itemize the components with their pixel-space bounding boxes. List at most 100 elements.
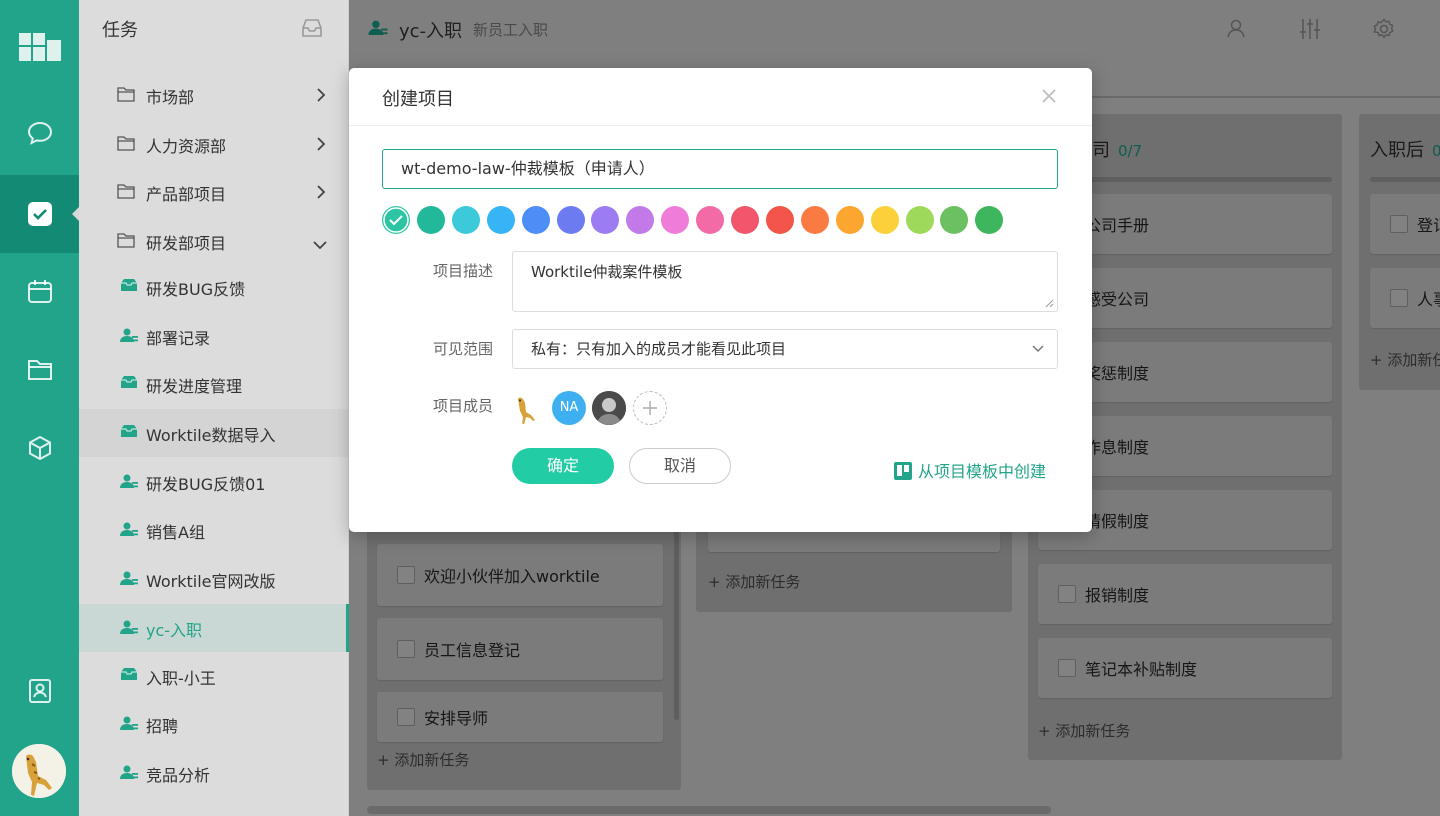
task-card[interactable]: 欢迎小伙伴加入worktile	[377, 544, 663, 606]
sidebar-item-competitor[interactable]: 竞品分析	[79, 749, 348, 797]
task-card[interactable]: 员工信息登记	[377, 618, 663, 680]
task-title: 安排导师	[424, 709, 489, 728]
color-swatch[interactable]	[870, 206, 899, 234]
color-swatch[interactable]	[416, 206, 445, 234]
color-swatch[interactable]	[661, 206, 690, 234]
sidebar-item-rd-bug01[interactable]: 研发BUG反馈01	[79, 458, 348, 506]
visibility-select[interactable]: 私有：只有加入的成员才能看见此项目	[512, 329, 1058, 369]
sidebar-item-label: 部署记录	[146, 329, 211, 348]
task-card[interactable]: 登记	[1370, 194, 1440, 254]
desc-value: Worktile仲裁案件模板	[531, 263, 683, 281]
chevron-down-icon[interactable]	[312, 236, 328, 254]
message-icon[interactable]	[0, 94, 79, 172]
sidebar-item-deploy[interactable]: 部署记录	[79, 312, 348, 360]
board-horizontal-scrollbar[interactable]	[367, 806, 1051, 814]
color-swatch[interactable]	[626, 206, 655, 234]
add-member-button[interactable]	[633, 391, 667, 425]
color-swatch[interactable]	[556, 206, 585, 234]
sidebar-item-label: 研发部项目	[146, 234, 227, 253]
sidebar-item-import[interactable]: Worktile数据导入	[79, 409, 348, 457]
task-title: 请假制度	[1085, 512, 1150, 531]
color-swatch[interactable]	[765, 206, 794, 234]
sidebar-item-rd[interactable]: 研发部项目	[79, 217, 348, 265]
folder-icon	[117, 135, 135, 155]
members-label: 项目成员	[433, 397, 494, 415]
member-avatar-photo[interactable]	[592, 391, 626, 425]
task-card[interactable]: 笔记本补贴制度	[1038, 638, 1332, 698]
confirm-button[interactable]: 确定	[512, 448, 614, 484]
column-count: 0/7	[1118, 142, 1143, 160]
color-swatch[interactable]	[451, 206, 480, 234]
plus-icon	[643, 401, 657, 415]
sidebar-item-rd-bug[interactable]: 研发BUG反馈	[79, 263, 348, 311]
color-swatch[interactable]	[486, 206, 515, 234]
sidebar-item-recruit[interactable]: 招聘	[79, 700, 348, 748]
task-card[interactable]: 报销制度	[1038, 564, 1332, 624]
task-checkbox[interactable]	[1390, 289, 1408, 307]
add-task-button[interactable]: + 添加新任务	[708, 571, 800, 592]
project-subtitle: 新员工入职	[473, 21, 549, 39]
task-checkbox[interactable]	[397, 640, 415, 658]
cube-icon[interactable]	[0, 409, 79, 487]
close-icon[interactable]	[1039, 86, 1059, 106]
add-task-button[interactable]: + 添加新任	[1370, 349, 1440, 370]
color-swatch[interactable]	[905, 206, 934, 234]
create-from-template-link[interactable]: 从项目模板中创建	[894, 458, 1046, 482]
color-swatch[interactable]	[731, 206, 759, 234]
color-swatch[interactable]	[696, 206, 725, 234]
task-title: 笔记本补贴制度	[1085, 660, 1198, 679]
task-icon[interactable]	[0, 175, 79, 253]
task-checkbox[interactable]	[1058, 585, 1076, 603]
dialog-divider	[349, 125, 1092, 126]
filter-sliders-icon[interactable]	[1299, 18, 1321, 44]
sidebar-item-market[interactable]: 市场部	[79, 71, 348, 119]
chevron-right-icon[interactable]	[316, 87, 326, 107]
resize-handle-icon[interactable]	[1045, 299, 1054, 308]
sidebar-item-onboard-wang[interactable]: 入职-小王	[79, 652, 348, 700]
project-user-icon	[120, 473, 138, 493]
sidebar-item-website[interactable]: Worktile官网改版	[79, 555, 348, 603]
color-swatch[interactable]	[975, 206, 1004, 234]
folder-icon[interactable]	[0, 330, 79, 408]
calendar-icon[interactable]	[0, 252, 79, 330]
member-avatar-initials[interactable]: NA	[552, 391, 586, 425]
column-header: 司 0/7	[1092, 136, 1142, 162]
task-checkbox[interactable]	[1390, 215, 1408, 233]
sidebar-item-yc-onboard[interactable]: yc-入职	[79, 604, 349, 652]
task-checkbox[interactable]	[397, 566, 415, 584]
sidebar-item-progress[interactable]: 研发进度管理	[79, 360, 348, 408]
sidebar-item-label: 市场部	[146, 88, 195, 107]
project-user-icon	[120, 327, 138, 347]
add-task-button[interactable]: + 添加新任务	[377, 749, 469, 770]
logo-icon[interactable]	[0, 8, 79, 86]
color-swatch[interactable]	[591, 206, 620, 234]
add-task-button[interactable]: + 添加新任务	[1038, 720, 1130, 741]
sidebar-item-hr[interactable]: 人力资源部	[79, 120, 348, 168]
color-swatch[interactable]	[835, 206, 864, 234]
project-user-icon	[120, 521, 138, 541]
members-icon[interactable]	[1226, 18, 1246, 42]
template-board-icon	[894, 462, 912, 480]
chevron-right-icon[interactable]	[316, 136, 326, 156]
color-swatch[interactable]	[800, 206, 829, 234]
member-avatar-giraffe[interactable]	[512, 391, 546, 425]
task-card[interactable]: 安排导师	[377, 692, 663, 742]
color-swatch[interactable]	[521, 206, 550, 234]
task-checkbox[interactable]	[397, 708, 415, 726]
project-name-input[interactable]: wt-demo-law-仲裁模板（申请人）	[382, 149, 1058, 189]
color-swatch[interactable]	[940, 206, 969, 234]
color-swatch-selected[interactable]	[382, 206, 410, 234]
column-scrollbar[interactable]	[674, 520, 679, 720]
chevron-right-icon[interactable]	[316, 184, 326, 204]
sidebar-item-product[interactable]: 产品部项目	[79, 168, 348, 216]
gear-icon[interactable]	[1373, 18, 1395, 44]
contacts-icon[interactable]	[0, 652, 79, 730]
project-box-icon	[120, 424, 138, 442]
user-avatar[interactable]	[12, 744, 66, 798]
task-card[interactable]: 人事	[1370, 268, 1440, 328]
project-desc-textarea[interactable]: Worktile仲裁案件模板	[512, 251, 1058, 312]
inbox-icon[interactable]	[301, 18, 323, 42]
cancel-button[interactable]: 取消	[629, 448, 731, 484]
task-checkbox[interactable]	[1058, 659, 1076, 677]
sidebar-item-sales-a[interactable]: 销售A组	[79, 506, 348, 554]
